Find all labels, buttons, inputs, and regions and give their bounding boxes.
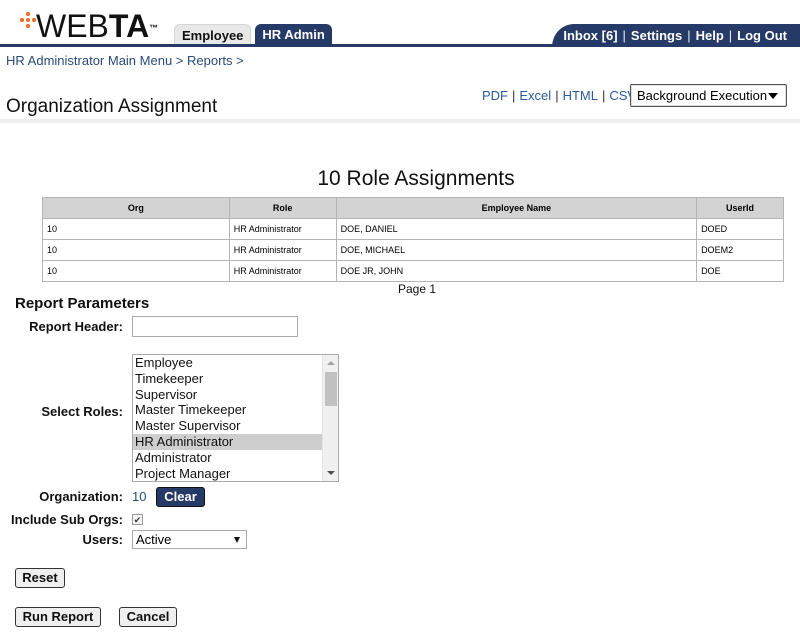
scrollbar-thumb[interactable]: [325, 372, 337, 406]
role-option-administrator[interactable]: Administrator: [133, 450, 323, 466]
cell-org: 10: [42, 239, 230, 261]
cell-userid: DOE: [696, 260, 784, 282]
trademark: ™: [149, 23, 159, 33]
organization-value[interactable]: 10: [132, 489, 146, 504]
table-row: 10 HR Administrator DOE JR, JOHN DOE: [42, 260, 784, 282]
export-html-link[interactable]: HTML: [563, 88, 598, 103]
column-header-role[interactable]: Role: [228, 197, 337, 219]
module-tabs: Employee HR Admin: [174, 24, 332, 45]
reset-button[interactable]: Reset: [15, 568, 65, 588]
breadcrumb-separator: >: [236, 53, 244, 68]
include-sub-orgs-checkbox[interactable]: ✔: [132, 514, 143, 525]
report-title: 10 Role Assignments: [317, 167, 515, 190]
webta-logo: WEBTA™: [20, 10, 158, 44]
users-select-value: Active: [136, 532, 172, 547]
select-roles-label: Select Roles:: [41, 404, 123, 419]
export-pdf-link[interactable]: PDF: [482, 88, 508, 103]
logo-dots-icon: [20, 12, 36, 34]
help-link[interactable]: Help: [696, 28, 724, 43]
report-header-input[interactable]: [132, 316, 298, 337]
cell-role: HR Administrator: [228, 260, 337, 282]
cell-role: HR Administrator: [228, 218, 337, 240]
column-header-org[interactable]: Org: [42, 197, 230, 219]
breadcrumb: HR Administrator Main Menu > Reports >: [6, 53, 244, 68]
settings-link[interactable]: Settings: [631, 28, 682, 43]
checkmark-icon: ✔: [133, 515, 142, 525]
report-header-label: Report Header:: [29, 319, 123, 334]
export-separator: |: [601, 88, 606, 103]
role-option-supervisor[interactable]: Supervisor: [133, 387, 323, 403]
cell-employee-name: DOE, MICHAEL: [335, 239, 698, 261]
inbox-link[interactable]: Inbox [6]: [563, 28, 617, 43]
execution-mode-value: Background Execution: [637, 88, 768, 103]
tab-employee[interactable]: Employee: [174, 24, 252, 45]
logo-text-bold: TA: [108, 8, 150, 44]
logout-link[interactable]: Log Out: [737, 28, 787, 43]
chevron-down-icon: [234, 537, 240, 543]
nav-separator: |: [622, 28, 626, 43]
roles-scrollbar[interactable]: [322, 355, 338, 481]
role-option-master-timekeeper[interactable]: Master Timekeeper: [133, 402, 323, 418]
table-row: 10 HR Administrator DOE, DANIEL DOED: [42, 218, 784, 240]
cell-userid: DOEM2: [696, 239, 784, 261]
chevron-down-icon: [768, 93, 778, 99]
export-separator: |: [555, 88, 559, 103]
page-title: Organization Assignment: [6, 96, 218, 117]
nav-separator: |: [728, 28, 733, 43]
export-separator: |: [512, 88, 516, 103]
tab-hr-admin[interactable]: HR Admin: [255, 24, 332, 45]
table-row: 10 HR Administrator DOE, MICHAEL DOEM2: [42, 239, 784, 261]
breadcrumb-main-menu[interactable]: HR Administrator Main Menu: [6, 53, 172, 68]
export-links: PDF | Excel | HTML | CSV: [482, 88, 636, 103]
cell-employee-name: DOE, DANIEL: [335, 218, 698, 240]
cell-userid: DOED: [696, 218, 784, 240]
logo-text: WEBTA™: [36, 10, 158, 42]
top-nav: Inbox [6] | Settings | Help | Log Out: [552, 24, 800, 47]
scroll-down-arrow-icon[interactable]: [327, 471, 335, 475]
export-excel-link[interactable]: Excel: [519, 88, 551, 103]
cancel-button[interactable]: Cancel: [119, 607, 177, 627]
scroll-up-arrow-icon[interactable]: [327, 361, 335, 365]
breadcrumb-reports[interactable]: Reports: [187, 53, 233, 68]
report-parameters-title: Report Parameters: [15, 295, 150, 312]
page-number: Page 1: [398, 282, 437, 296]
nav-separator: |: [687, 28, 691, 43]
roles-listbox[interactable]: Employee Timekeeper Supervisor Master Ti…: [132, 354, 339, 482]
clear-organization-button[interactable]: Clear: [156, 487, 205, 507]
cell-org: 10: [42, 260, 230, 282]
role-option-employee[interactable]: Employee: [133, 355, 323, 371]
column-header-employee-name[interactable]: Employee Name: [335, 197, 698, 219]
table-header-row: Org Role Employee Name UserId: [42, 197, 784, 219]
role-option-project-manager[interactable]: Project Manager: [133, 466, 323, 481]
logo-text-light: WEB: [36, 8, 109, 44]
breadcrumb-separator: >: [175, 53, 184, 68]
include-sub-orgs-label: Include Sub Orgs:: [11, 512, 123, 527]
cell-role: HR Administrator: [228, 239, 337, 261]
role-option-hr-administrator[interactable]: HR Administrator: [133, 433, 323, 450]
title-divider: [0, 119, 800, 123]
role-option-timekeeper[interactable]: Timekeeper: [133, 371, 323, 387]
cell-org: 10: [42, 218, 230, 240]
cell-employee-name: DOE JR, JOHN: [335, 260, 698, 282]
users-label: Users:: [82, 532, 123, 547]
organization-label: Organization:: [39, 489, 123, 504]
execution-mode-select[interactable]: Background Execution: [630, 84, 787, 107]
run-report-button[interactable]: Run Report: [15, 607, 101, 627]
report-table: Org Role Employee Name UserId 10 HR Admi…: [42, 197, 784, 282]
role-option-master-supervisor[interactable]: Master Supervisor: [133, 418, 323, 434]
column-header-userid[interactable]: UserId: [696, 197, 784, 219]
users-select[interactable]: Active: [132, 530, 247, 549]
